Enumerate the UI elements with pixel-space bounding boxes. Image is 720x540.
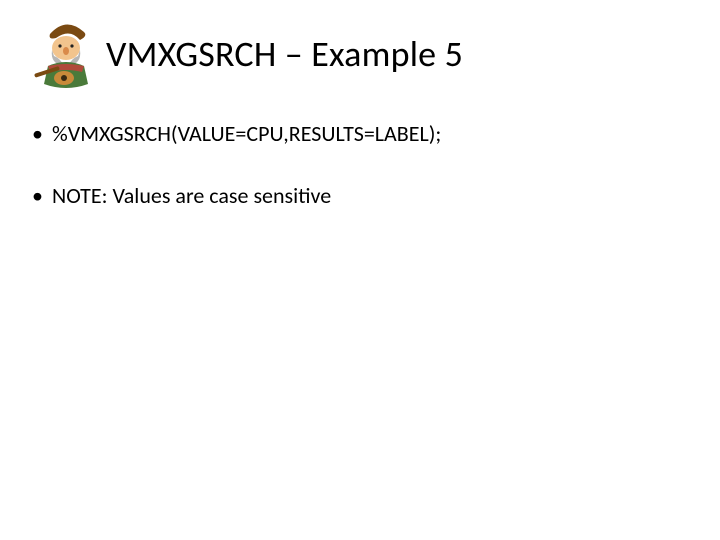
cartoon-mascot-icon bbox=[30, 18, 102, 90]
bullet-item: %VMXGSRCH(VALUE=CPU,RESULTS=LABEL); bbox=[30, 120, 680, 148]
bullet-item: NOTE: Values are case sensitive bbox=[30, 182, 680, 210]
bullet-list: %VMXGSRCH(VALUE=CPU,RESULTS=LABEL); NOTE… bbox=[30, 120, 680, 209]
slide-header: VMXGSRCH – Example 5 bbox=[30, 18, 690, 90]
slide: VMXGSRCH – Example 5 %VMXGSRCH(VALUE=CPU… bbox=[0, 0, 720, 540]
slide-body: %VMXGSRCH(VALUE=CPU,RESULTS=LABEL); NOTE… bbox=[30, 120, 680, 243]
slide-title: VMXGSRCH – Example 5 bbox=[106, 32, 463, 76]
